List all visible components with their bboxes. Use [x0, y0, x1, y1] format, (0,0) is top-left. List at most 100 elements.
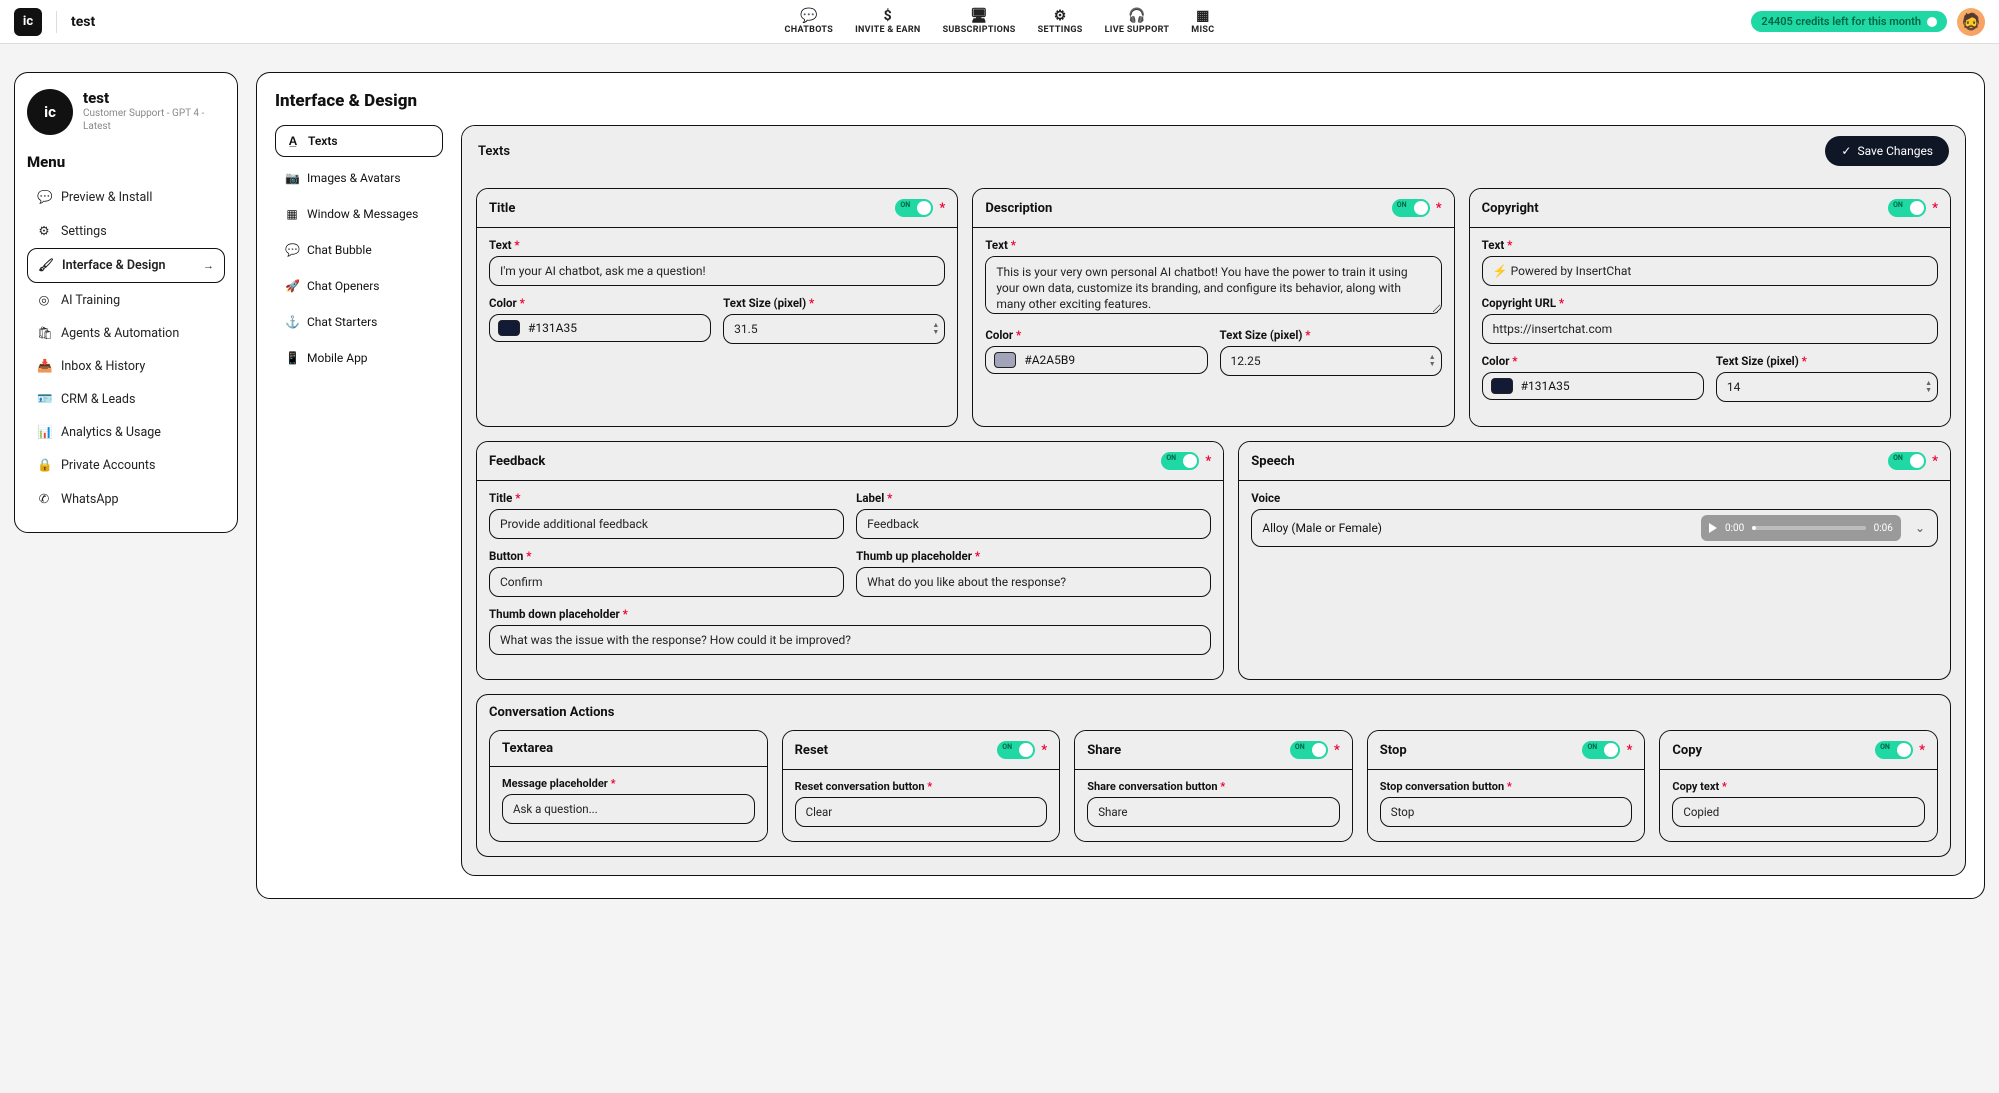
- card-reset: Reset* Reset conversation button *: [782, 730, 1061, 842]
- sidebar-item-crm-leads[interactable]: 🪪CRM & Leads: [27, 383, 225, 416]
- topnav-chatbots[interactable]: 💬CHATBOTS: [785, 9, 834, 35]
- stepper-icon[interactable]: ▲▼: [1925, 380, 1932, 394]
- stop-toggle[interactable]: [1582, 741, 1620, 759]
- rocket-icon: 🚀: [285, 279, 299, 293]
- feedback-button-input[interactable]: [489, 567, 844, 597]
- sidebar-item-settings[interactable]: ⚙Settings: [27, 214, 225, 248]
- subnav-mobile-app[interactable]: 📱Mobile App: [275, 343, 443, 373]
- card-description-heading: Description: [985, 201, 1052, 216]
- monitor-icon: 🖥: [970, 9, 988, 23]
- feedback-label-input[interactable]: [856, 509, 1211, 539]
- stepper-icon[interactable]: ▲▼: [932, 322, 939, 336]
- menu-title: Menu: [27, 153, 225, 171]
- sidebar-item-preview-install[interactable]: 💬Preview & Install: [27, 181, 225, 214]
- copyright-url-input[interactable]: [1482, 314, 1938, 344]
- description-size-label: Text Size (pixel) *: [1220, 328, 1442, 342]
- feedback-toggle[interactable]: [1161, 452, 1199, 470]
- card-speech-heading: Speech: [1251, 454, 1294, 469]
- copyright-color-input[interactable]: #131A35: [1482, 372, 1704, 400]
- title-size-input[interactable]: [723, 314, 945, 344]
- reset-toggle[interactable]: [997, 741, 1035, 759]
- status-dot-icon: [1927, 17, 1937, 27]
- subnav-images-avatars[interactable]: 📷Images & Avatars: [275, 163, 443, 193]
- bag-icon: 🛍: [37, 326, 51, 341]
- speech-voice-select[interactable]: Alloy (Male or Female) 0:00 0:06 ⌄: [1251, 509, 1938, 547]
- whatsapp-icon: ✆: [37, 491, 51, 507]
- copyright-size-input[interactable]: [1716, 372, 1938, 402]
- textarea-msg-input[interactable]: [502, 794, 755, 824]
- subnav-chat-bubble[interactable]: 💬Chat Bubble: [275, 235, 443, 265]
- copy-input[interactable]: [1672, 797, 1925, 827]
- topbar-right: 24405 credits left for this month 🧔: [1751, 8, 1985, 36]
- target-icon: ◎: [37, 292, 51, 308]
- title-text-input[interactable]: [489, 256, 945, 286]
- stop-input[interactable]: [1380, 797, 1633, 827]
- card-speech: Speech * Voice Alloy (Male or Female): [1238, 441, 1951, 680]
- color-swatch-icon: [1491, 378, 1513, 394]
- sidebar-item-interface-design[interactable]: 🖌Interface & Design→: [27, 248, 225, 283]
- divider: [56, 11, 57, 33]
- sidebar-item-private-accounts[interactable]: 🔒Private Accounts: [27, 449, 225, 482]
- topnav-invite-earn[interactable]: $INVITE & EARN: [855, 9, 921, 35]
- copyright-text-input[interactable]: [1482, 256, 1938, 286]
- feedback-label-label: Label *: [856, 491, 1211, 505]
- play-icon[interactable]: [1709, 523, 1717, 533]
- title-color-input[interactable]: #131A35: [489, 314, 711, 342]
- feedback-thumbdown-input[interactable]: [489, 625, 1211, 655]
- chart-icon: 📊: [37, 425, 51, 440]
- subnav-chat-openers[interactable]: 🚀Chat Openers: [275, 271, 443, 301]
- description-toggle[interactable]: [1392, 199, 1430, 217]
- chat-icon: 💬: [285, 243, 299, 257]
- topnav-settings[interactable]: ⚙SETTINGS: [1038, 9, 1083, 35]
- text-icon: A̲: [286, 134, 300, 148]
- dollar-icon: $: [884, 9, 892, 23]
- speech-toggle[interactable]: [1888, 452, 1926, 470]
- chevron-down-icon[interactable]: ⌄: [1911, 521, 1929, 535]
- sidebar-item-analytics-usage[interactable]: 📊Analytics & Usage: [27, 416, 225, 449]
- card-feedback: Feedback * Title *: [476, 441, 1224, 680]
- feedback-title-input[interactable]: [489, 509, 844, 539]
- subnav-chat-starters[interactable]: ⚓Chat Starters: [275, 307, 443, 337]
- audio-player[interactable]: 0:00 0:06: [1701, 515, 1901, 541]
- lock-icon: 🔒: [37, 458, 51, 473]
- topnav-live-support[interactable]: 🎧LIVE SUPPORT: [1105, 9, 1170, 35]
- topnav-subscriptions[interactable]: 🖥SUBSCRIPTIONS: [943, 9, 1016, 35]
- copyright-toggle[interactable]: [1888, 199, 1926, 217]
- copyright-size-label: Text Size (pixel) *: [1716, 354, 1938, 368]
- content: Texts ✓Save Changes Title *: [461, 125, 1966, 876]
- credits-badge[interactable]: 24405 credits left for this month: [1751, 11, 1947, 32]
- paint-icon: 🖌: [38, 258, 52, 273]
- feedback-thumbup-input[interactable]: [856, 567, 1211, 597]
- subnav-window-messages[interactable]: ▦Window & Messages: [275, 199, 443, 229]
- share-toggle[interactable]: [1290, 741, 1328, 759]
- share-input[interactable]: [1087, 797, 1340, 827]
- save-changes-button[interactable]: ✓Save Changes: [1825, 136, 1949, 166]
- audio-track[interactable]: [1752, 526, 1865, 530]
- card-copyright: Copyright * Text * Copyright URL *: [1469, 188, 1951, 427]
- sidebar-item-inbox-history[interactable]: 📥Inbox & History: [27, 350, 225, 383]
- feedback-title-label: Title *: [489, 491, 844, 505]
- sidebar-item-ai-training[interactable]: ◎AI Training: [27, 283, 225, 317]
- title-toggle[interactable]: [895, 199, 933, 217]
- card-description: Description * Text * Color: [972, 188, 1454, 427]
- description-size-input[interactable]: [1220, 346, 1442, 376]
- subnav-texts[interactable]: A̲Texts: [275, 125, 443, 157]
- topnav-misc[interactable]: ▦MISC: [1191, 9, 1214, 35]
- arrow-right-icon: →: [203, 259, 214, 272]
- sidebar-item-agents-automation[interactable]: 🛍Agents & Automation: [27, 317, 225, 350]
- card-conversation-actions: Conversation Actions Textarea Message pl…: [476, 694, 1951, 857]
- gear-icon: ⚙: [1054, 9, 1067, 23]
- check-icon: ✓: [1841, 144, 1851, 158]
- copyright-color-label: Color *: [1482, 354, 1704, 368]
- feedback-thumbdown-label: Thumb down placeholder *: [489, 607, 1211, 621]
- copy-toggle[interactable]: [1875, 741, 1913, 759]
- stepper-icon[interactable]: ▲▼: [1429, 354, 1436, 368]
- description-color-input[interactable]: #A2A5B9: [985, 346, 1207, 374]
- card-copyright-heading: Copyright: [1482, 201, 1539, 216]
- card-title-heading: Title: [489, 201, 515, 216]
- sidebar-item-whatsapp[interactable]: ✆WhatsApp: [27, 482, 225, 516]
- speech-voice-label: Voice: [1251, 491, 1938, 505]
- reset-input[interactable]: [795, 797, 1048, 827]
- description-text-input[interactable]: [985, 256, 1441, 314]
- user-avatar[interactable]: 🧔: [1957, 8, 1985, 36]
